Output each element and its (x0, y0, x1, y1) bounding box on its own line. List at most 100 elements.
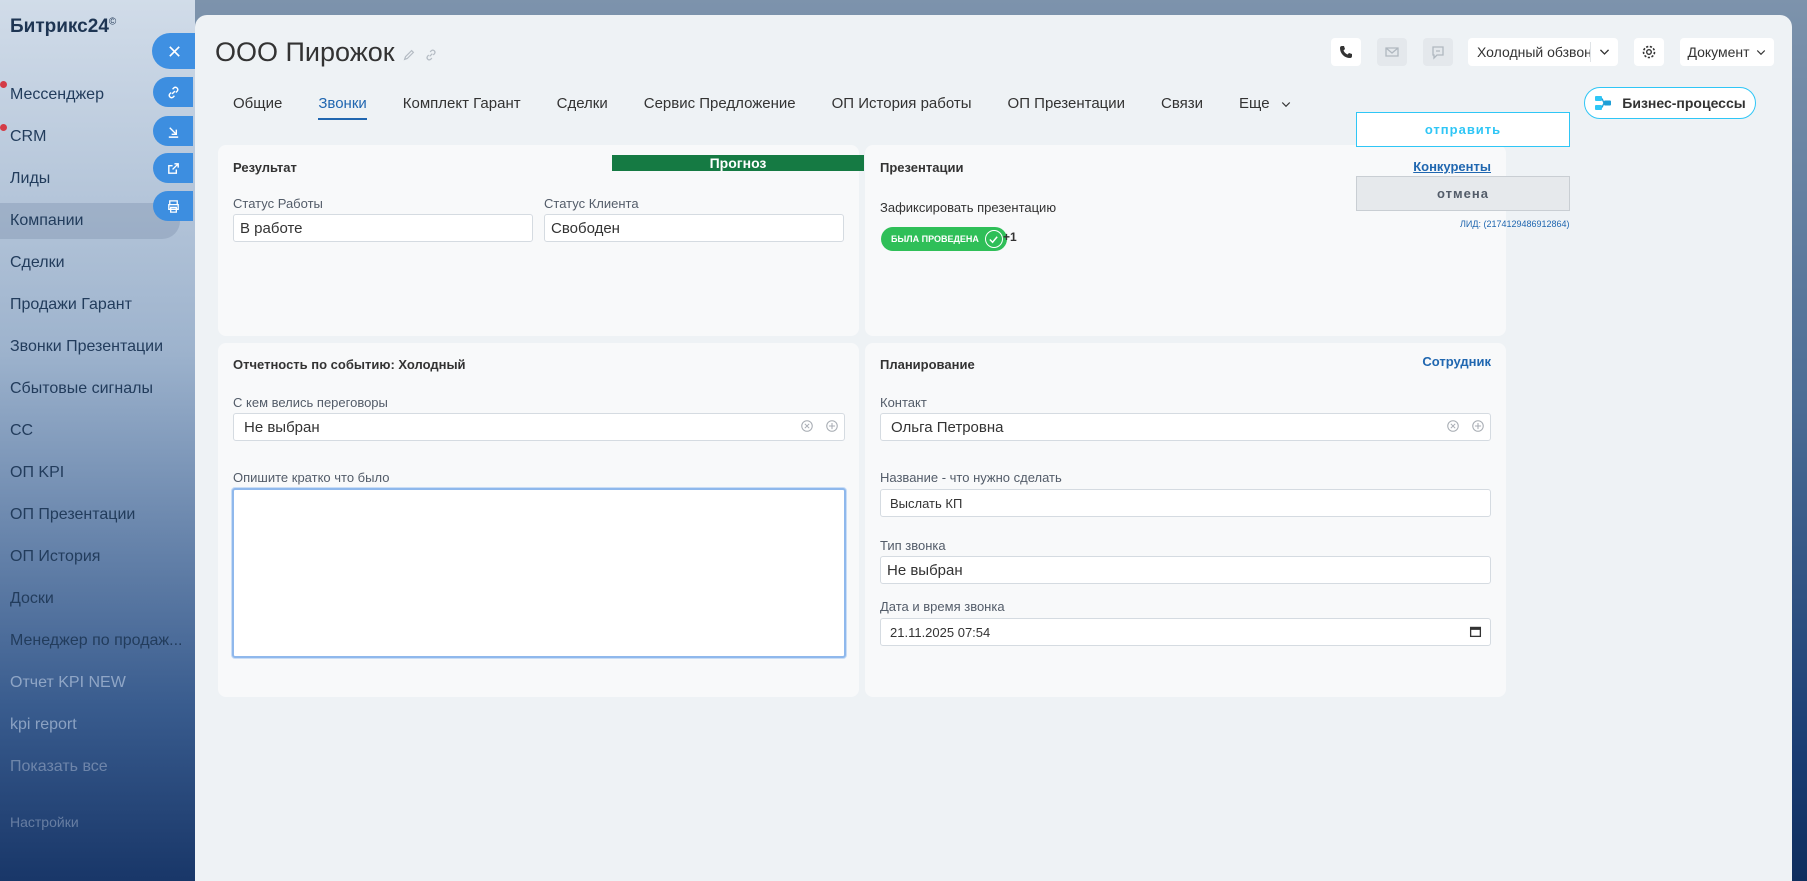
open-new-window-button[interactable] (153, 153, 193, 183)
planning-title: Планирование (880, 357, 975, 372)
tab-links[interactable]: Связи (1161, 95, 1203, 120)
email-button[interactable] (1377, 38, 1407, 66)
copy-link-button[interactable] (153, 77, 193, 107)
sidebar-item-cc[interactable]: СС (10, 422, 33, 440)
call-button[interactable] (1331, 38, 1361, 66)
client-status-field[interactable]: Свободен (544, 214, 844, 242)
brand-logo[interactable]: Битрикс24© (10, 16, 116, 38)
clear-icon[interactable] (800, 419, 814, 433)
scenario-select-value: Холодный обзвон (1477, 44, 1592, 60)
document-button-label: Документ (1687, 44, 1750, 60)
send-button[interactable]: отправить (1356, 112, 1570, 147)
tab-general[interactable]: Общие (233, 95, 282, 120)
chat-icon (1432, 46, 1444, 60)
notification-dot (0, 81, 7, 88)
sidebar-settings[interactable]: Настройки (10, 814, 79, 830)
cancel-button[interactable]: отмена (1356, 176, 1570, 211)
sidebar-item-sales-manager[interactable]: Менеджер по продаж... (10, 632, 182, 650)
planning-card: Планирование Сотрудник Контакт Ольга Пет… (865, 343, 1506, 697)
link-icon (168, 86, 178, 98)
sidebar-item-deals[interactable]: Сделки (10, 254, 65, 272)
event-report-card: Отчетность по событию: Холодный С кем ве… (218, 343, 859, 697)
presentations-card: Презентации Конкуренты Зафиксировать пре… (865, 145, 1506, 336)
more-tags-counter[interactable]: +1 (1003, 230, 1017, 244)
check-circle-icon (984, 230, 1003, 248)
tab-more[interactable]: Еще (1239, 95, 1292, 120)
work-status-field[interactable]: В работе (233, 214, 533, 242)
link-icon[interactable] (424, 48, 438, 62)
entity-tabs: Общие Звонки Комплект Гарант Сделки Серв… (233, 95, 1292, 120)
contact-value: Ольга Петровна (891, 418, 1004, 436)
sidebar-item-op-kpi[interactable]: ОП KPI (10, 464, 64, 482)
sidebar-item-sales-signals[interactable]: Сбытовые сигналы (10, 380, 153, 398)
sidebar-show-all[interactable]: Показать все (10, 758, 108, 776)
client-status-value: Свободен (551, 219, 620, 237)
workflow-icon (1595, 96, 1612, 110)
client-status-label: Статус Клиента (544, 196, 639, 211)
call-datetime-input[interactable]: 21.11.2025 07:54 (880, 618, 1491, 646)
contact-label: Контакт (880, 395, 927, 410)
presentation-done-tag[interactable]: БЫЛА ПРОВЕДЕНА (881, 227, 1007, 251)
print-icon (167, 199, 179, 213)
description-label: Опишите кратко что было (233, 470, 390, 485)
task-name-input[interactable]: Выслать КП (880, 489, 1491, 517)
sidebar-item-leads[interactable]: Лиды (10, 170, 50, 188)
chat-button[interactable] (1423, 38, 1453, 66)
chevron-down-icon (1599, 49, 1610, 55)
negotiator-field[interactable]: Не выбран (233, 413, 845, 441)
calendar-icon[interactable] (1469, 625, 1482, 638)
document-button[interactable]: Документ (1680, 38, 1774, 66)
edit-pencil-icon[interactable] (402, 48, 416, 62)
sidebar-item-op-history[interactable]: ОП История (10, 548, 100, 566)
settings-button[interactable] (1634, 38, 1664, 66)
contact-field[interactable]: Ольга Петровна (880, 413, 1491, 441)
page-title: ООО Пирожок (215, 37, 395, 67)
tab-deals[interactable]: Сделки (557, 95, 608, 120)
sidebar-item-op-presentations[interactable]: ОП Презентации (10, 506, 135, 524)
chevron-down-icon (1281, 102, 1290, 108)
work-status-value: В работе (240, 219, 303, 237)
fix-presentation-label: Зафиксировать презентацию (880, 200, 1057, 215)
mail-icon (1385, 47, 1399, 57)
employee-link[interactable]: Сотрудник (1422, 354, 1491, 369)
sidebar-item-boards[interactable]: Доски (10, 590, 54, 608)
sidebar-item-calls-presentations[interactable]: Звонки Презентации (10, 338, 163, 356)
title-actions (402, 48, 438, 62)
call-type-label: Тип звонка (880, 538, 946, 553)
sidebar-item-messenger[interactable]: Мессенджер (10, 86, 104, 104)
notification-dot (0, 124, 7, 131)
call-type-select[interactable]: Не выбран (880, 556, 1491, 584)
gear-icon (1642, 45, 1656, 59)
sidebar-item-kpi-new[interactable]: Отчет KPI NEW (10, 674, 126, 692)
print-button[interactable] (153, 191, 193, 221)
clear-icon[interactable] (1446, 419, 1460, 433)
competitors-link[interactable]: Конкуренты (1413, 159, 1491, 174)
result-card: Результат Прогноз Статус Работы В работе… (218, 145, 864, 336)
negotiator-label: С кем велись переговоры (233, 395, 388, 410)
tab-op-work-history[interactable]: ОП История работы (832, 95, 972, 120)
brand-name: Битрикс24 (10, 16, 109, 37)
business-processes-label: Бизнес-процессы (1622, 95, 1746, 111)
tab-garant-kit[interactable]: Комплект Гарант (403, 95, 521, 120)
task-name-label: Название - что нужно сделать (880, 470, 1062, 485)
minimize-button[interactable] (153, 116, 193, 146)
close-slider-button[interactable] (152, 33, 196, 69)
business-processes-button[interactable]: Бизнес-процессы (1584, 87, 1756, 119)
add-icon[interactable] (1471, 419, 1485, 433)
tab-op-presentations[interactable]: ОП Презентации (1008, 95, 1125, 120)
close-icon (168, 45, 180, 57)
tab-service-offer[interactable]: Сервис Предложение (644, 95, 796, 120)
tab-calls[interactable]: Звонки (318, 95, 367, 120)
sidebar-item-sales-garant[interactable]: Продажи Гарант (10, 296, 132, 314)
minimize-icon (168, 126, 178, 138)
description-textarea[interactable] (232, 488, 846, 658)
sidebar-item-crm[interactable]: CRM (10, 128, 46, 146)
task-name-value: Выслать КП (890, 495, 963, 511)
lead-id-link[interactable]: ЛИД: (2174129486912864) (1460, 219, 1570, 229)
call-datetime-label: Дата и время звонка (880, 599, 1005, 614)
add-icon[interactable] (825, 419, 839, 433)
sidebar-item-kpi-report[interactable]: kpi report (10, 716, 77, 734)
chevron-down-icon (1756, 50, 1765, 56)
external-link-icon (167, 162, 179, 174)
scenario-select[interactable]: Холодный обзвон (1468, 38, 1618, 66)
